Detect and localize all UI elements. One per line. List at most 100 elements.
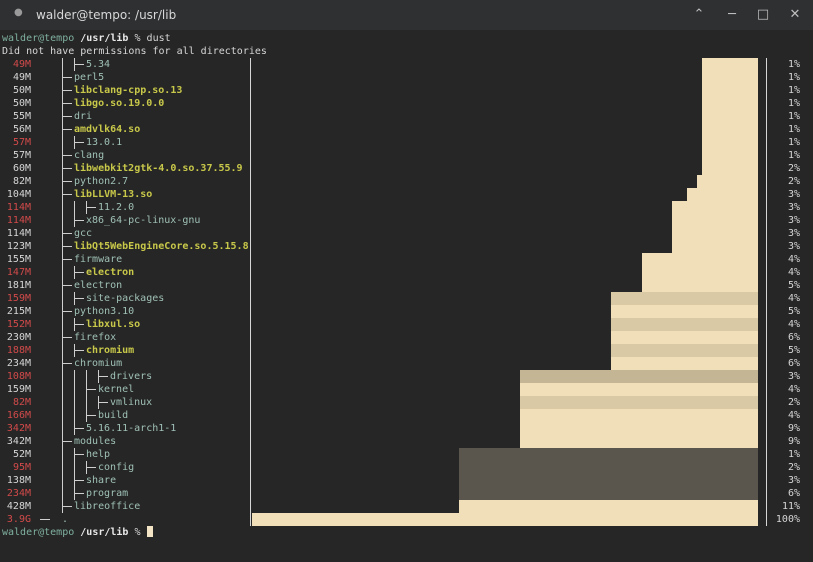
table-row: 342M 5.16.11-arch1-1 9% — [0, 422, 813, 435]
percent-value: 4% — [787, 410, 800, 421]
usage-bar — [459, 474, 758, 487]
directory-name: clang — [74, 150, 105, 161]
size-value: 82M — [12, 397, 31, 408]
directory-name: firefox — [74, 332, 117, 343]
percent-value: 11% — [781, 501, 800, 512]
minimize-icon[interactable]: ─ — [723, 6, 741, 24]
usage-bar — [672, 240, 758, 253]
usage-bar — [611, 344, 758, 357]
usage-bar — [252, 513, 758, 526]
maximize-icon[interactable]: □ — [754, 6, 772, 24]
table-row: 82M python2.7 2% — [0, 175, 813, 188]
directory-name: 5.16.11-arch1-1 — [86, 423, 177, 434]
table-row: 234M program 6% — [0, 487, 813, 500]
usage-bar — [702, 110, 758, 123]
window-title: walder@tempo: /usr/lib — [36, 8, 177, 22]
table-row: 3.9G. 100% — [0, 513, 813, 526]
size-value: 166M — [6, 410, 31, 421]
percent-value: 5% — [787, 280, 800, 291]
percent-value: 1% — [787, 111, 800, 122]
table-row: 188M chromium 5% — [0, 344, 813, 357]
size-value: 57M — [12, 137, 31, 148]
directory-name: drivers — [110, 371, 153, 382]
table-row: 230M firefox 6% — [0, 331, 813, 344]
table-row: 114M 11.2.0 3% — [0, 201, 813, 214]
table-row: 57M clang 1% — [0, 149, 813, 162]
directory-name: perl5 — [74, 72, 105, 83]
table-row: 138M share 3% — [0, 474, 813, 487]
size-value: 52M — [12, 449, 31, 460]
size-value: 55M — [12, 111, 31, 122]
percent-value: 4% — [787, 267, 800, 278]
usage-bar — [702, 136, 758, 149]
percent-value: 9% — [787, 436, 800, 447]
directory-name: x86_64-pc-linux-gnu — [86, 215, 201, 226]
directory-name: kernel — [98, 384, 135, 395]
usage-bar — [520, 435, 758, 448]
table-row: 181M electron 5% — [0, 279, 813, 292]
size-value: 155M — [6, 254, 31, 265]
size-value: 114M — [6, 228, 31, 239]
directory-name: libreoffice — [74, 501, 141, 512]
table-row: 155M firmware 4% — [0, 253, 813, 266]
size-value: 108M — [6, 371, 31, 382]
directory-name: config — [98, 462, 135, 473]
percent-value: 3% — [787, 475, 800, 486]
usage-bar — [611, 305, 758, 318]
prompt-path: /usr/lib — [80, 527, 129, 538]
percent-value: 4% — [787, 254, 800, 265]
command-line: walder@tempo /usr/lib % dust — [2, 32, 171, 45]
text-cursor — [146, 526, 153, 537]
usage-bar — [642, 266, 758, 279]
size-value: 181M — [6, 280, 31, 291]
percent-value: 3% — [787, 215, 800, 226]
table-row: 50M libgo.so.19.0.0 1% — [0, 97, 813, 110]
usage-bar — [611, 318, 758, 331]
percent-value: 2% — [787, 163, 800, 174]
size-value: 138M — [6, 475, 31, 486]
size-value: 50M — [12, 85, 31, 96]
table-row: 159M kernel 4% — [0, 383, 813, 396]
size-value: 56M — [12, 124, 31, 135]
percent-value: 2% — [787, 462, 800, 473]
chevron-up-icon[interactable]: ⌃ — [690, 6, 708, 24]
usage-bar — [702, 123, 758, 136]
usage-bar — [672, 227, 758, 240]
percent-value: 4% — [787, 319, 800, 330]
file-name: chromium — [86, 345, 135, 356]
directory-name: modules — [74, 436, 117, 447]
directory-name: 11.2.0 — [98, 202, 135, 213]
usage-bar — [702, 58, 758, 71]
close-icon[interactable]: ✕ — [786, 6, 804, 24]
size-value: 147M — [6, 267, 31, 278]
size-value: 114M — [6, 202, 31, 213]
percent-value: 100% — [775, 514, 800, 525]
directory-name: program — [86, 488, 129, 499]
percent-value: 2% — [787, 397, 800, 408]
usage-bar — [702, 162, 758, 175]
permission-warning: Did not have permissions for all directo… — [2, 46, 267, 57]
table-row: 342M modules 9% — [0, 435, 813, 448]
size-value: 82M — [12, 176, 31, 187]
usage-bar — [520, 370, 758, 383]
percent-value: 1% — [787, 85, 800, 96]
size-value: 342M — [6, 436, 31, 447]
usage-bar — [642, 253, 758, 266]
usage-bar — [520, 422, 758, 435]
directory-name: python3.10 — [74, 306, 135, 317]
file-name: libxul.so — [86, 319, 141, 330]
table-row: 57M 13.0.1 1% — [0, 136, 813, 149]
file-name: libwebkit2gtk-4.0.so.37.55.9 — [74, 163, 243, 174]
usage-bar — [672, 214, 758, 227]
terminal-output[interactable]: walder@tempo /usr/lib % dust Did not hav… — [0, 30, 813, 562]
directory-name: chromium — [74, 358, 123, 369]
size-value: 188M — [6, 345, 31, 356]
size-value: 60M — [12, 163, 31, 174]
size-value: 104M — [6, 189, 31, 200]
percent-value: 3% — [787, 202, 800, 213]
usage-bar — [459, 461, 758, 474]
directory-name: help — [86, 449, 111, 460]
size-value: 123M — [6, 241, 31, 252]
size-value: 95M — [12, 462, 31, 473]
percent-value: 1% — [787, 59, 800, 70]
